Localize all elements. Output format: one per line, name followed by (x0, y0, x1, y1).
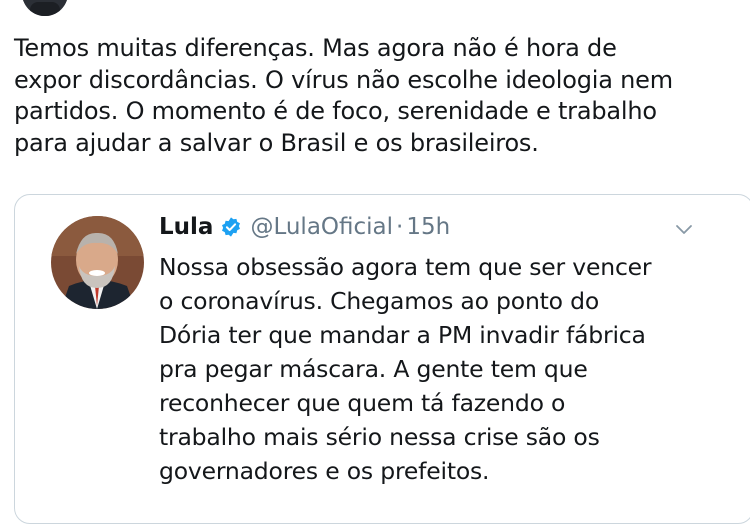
author-avatar[interactable] (22, 0, 68, 16)
quoted-text-line: trabalho mais sério nessa crise são os (159, 423, 600, 451)
quoted-text-line: reconhecer que quem tá fazendo o (159, 389, 566, 417)
meta-separator: · (396, 214, 404, 240)
verified-badge-icon (220, 216, 242, 238)
chevron-down-icon[interactable] (675, 221, 693, 240)
quoted-author-handle[interactable]: @LulaOficial (250, 214, 393, 240)
tweet-text-line: Temos muitas diferenças. Mas agora não é… (14, 34, 617, 62)
quoted-timestamp[interactable]: 15h (406, 214, 450, 240)
tweet-text-line: para ajudar a salvar o Brasil e os brasi… (14, 128, 539, 157)
quoted-author-name[interactable]: Lula (159, 214, 213, 240)
quoted-avatar[interactable] (51, 216, 144, 309)
quoted-tweet-text: Nossa obsessão agora tem que ser vencer … (159, 250, 729, 488)
quoted-text-line: Nossa obsessão agora tem que ser vencer (159, 253, 652, 281)
quoted-text-line: Dória ter que mandar a PM invadir fábric… (159, 321, 646, 349)
quoted-header: Lula @LulaOficial · 15h (159, 212, 450, 242)
tweet-text-line: expor discordâncias. O vírus não escolhe… (14, 65, 673, 94)
tweet-text: Temos muitas diferenças. Mas agora não é… (14, 33, 736, 159)
quoted-tweet-card[interactable]: Lula @LulaOficial · 15h Nossa obsessão a… (14, 194, 750, 524)
tweet-text-line: partidos. O momento é de foco, serenidad… (14, 97, 657, 125)
quoted-text-line: pra pegar máscara. A gente tem que (159, 355, 588, 383)
quoted-text-line: o coronavírus. Chegamos ao ponto do (159, 287, 599, 315)
quoted-text-line: governadores e os prefeitos. (159, 457, 490, 485)
